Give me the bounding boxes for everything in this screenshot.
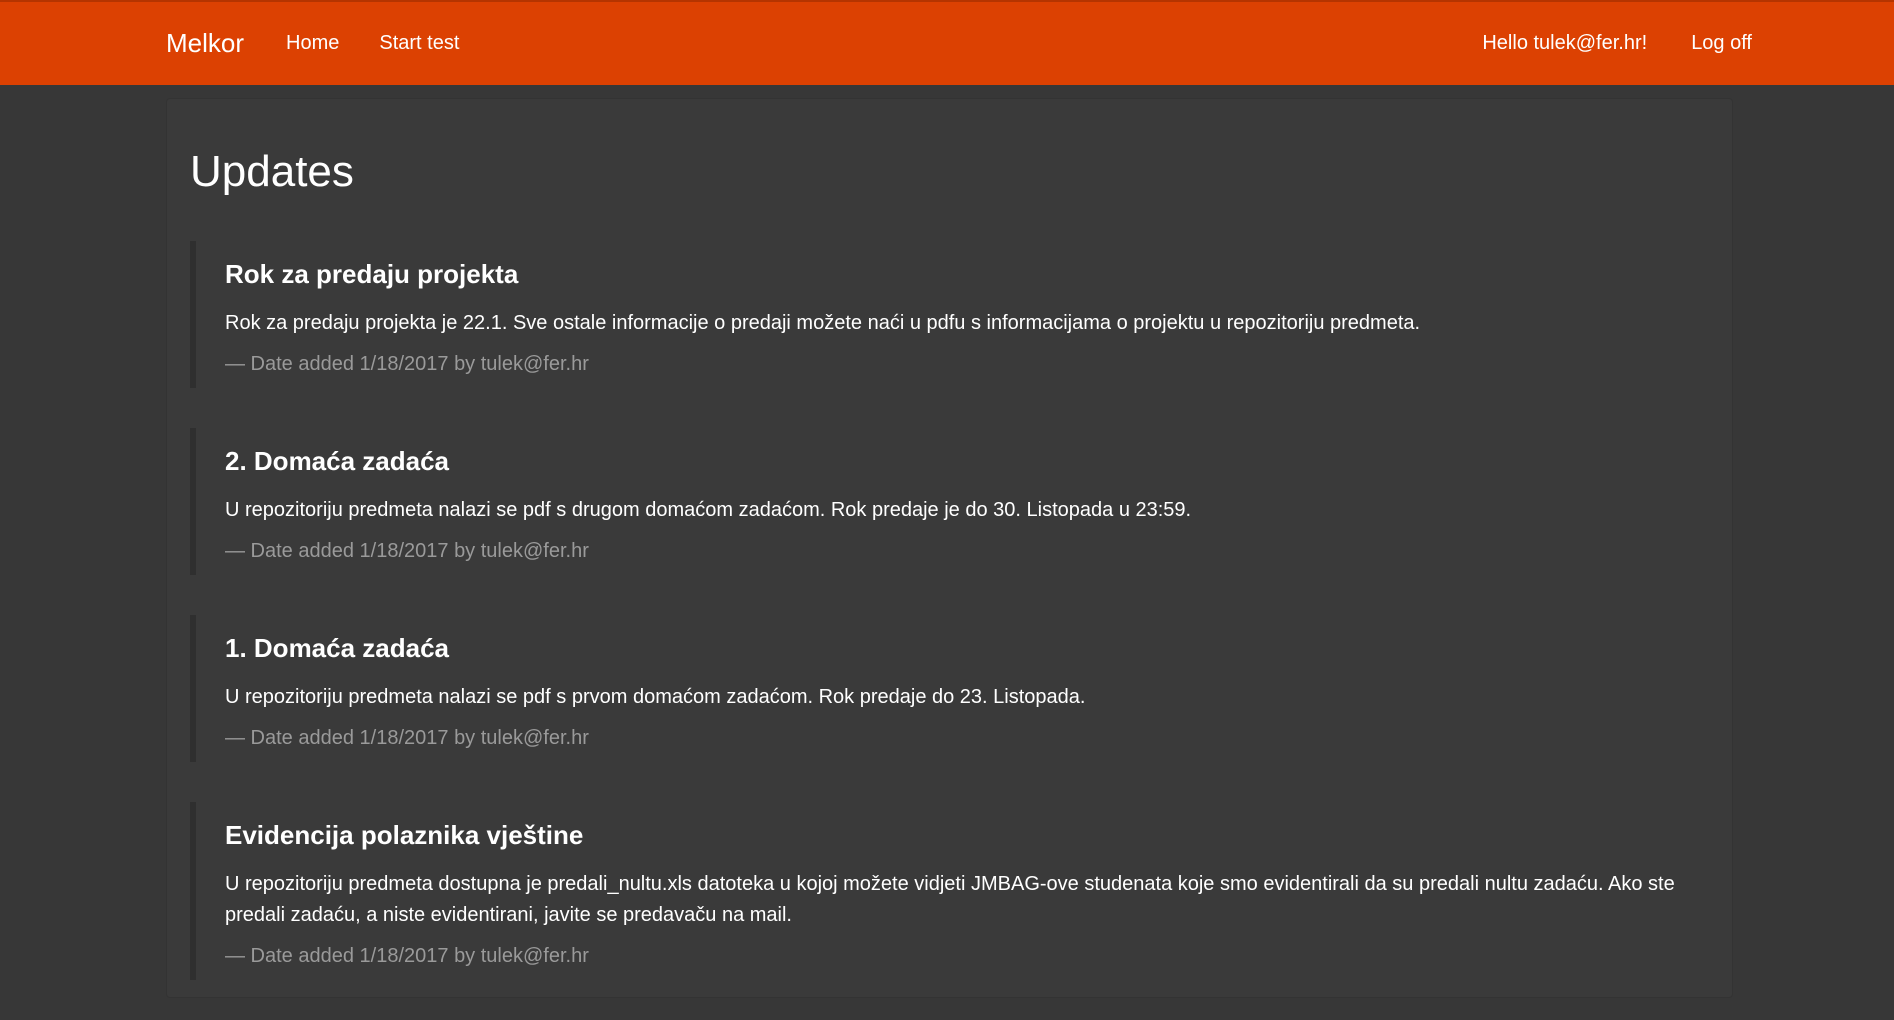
update-body: U repozitoriju predmeta dostupna je pred… [225,873,1675,926]
update-title: Evidencija polaznika vještine [225,820,584,850]
update-meta: — Date added 1/18/2017 by tulek@fer.hr [225,945,589,967]
navbar-user-area: Hello tulek@fer.hr! Log off [1438,32,1752,55]
update-body: U repozitoriju predmeta nalazi se pdf s … [225,499,1192,521]
updates-panel: Updates Rok za predaju projekta Rok za p… [166,98,1733,998]
update-item: 2. Domaća zadaća U repozitoriju predmeta… [190,428,1690,575]
user-greeting-link[interactable]: Hello tulek@fer.hr! [1482,32,1647,55]
nav-home-link[interactable]: Home [286,32,339,55]
update-body: Rok za predaju projekta je 22.1. Sve ost… [225,312,1421,334]
updates-list: Rok za predaju projekta Rok za predaju p… [190,241,1690,1020]
update-title: Rok za predaju projekta [225,259,519,289]
page-title: Updates [190,147,354,196]
update-meta: — Date added 1/18/2017 by tulek@fer.hr [225,540,589,562]
update-meta: — Date added 1/18/2017 by tulek@fer.hr [225,727,589,749]
update-item: Rok za predaju projekta Rok za predaju p… [190,241,1690,388]
update-item: 1. Domaća zadaća U repozitoriju predmeta… [190,615,1690,762]
update-item: Evidencija polaznika vještine U repozito… [190,802,1690,980]
navbar-inner: Melkor Home Start test Hello tulek@fer.h… [166,2,1752,85]
update-title: 2. Domaća zadaća [225,446,450,476]
brand-link[interactable]: Melkor [166,28,244,59]
log-off-link[interactable]: Log off [1691,32,1752,55]
update-meta: — Date added 1/18/2017 by tulek@fer.hr [225,353,589,375]
update-title: 1. Domaća zadaća [225,633,450,663]
top-navbar: Melkor Home Start test Hello tulek@fer.h… [0,0,1894,85]
nav-start-test-link[interactable]: Start test [379,32,459,55]
update-body: U repozitoriju predmeta nalazi se pdf s … [225,686,1086,708]
